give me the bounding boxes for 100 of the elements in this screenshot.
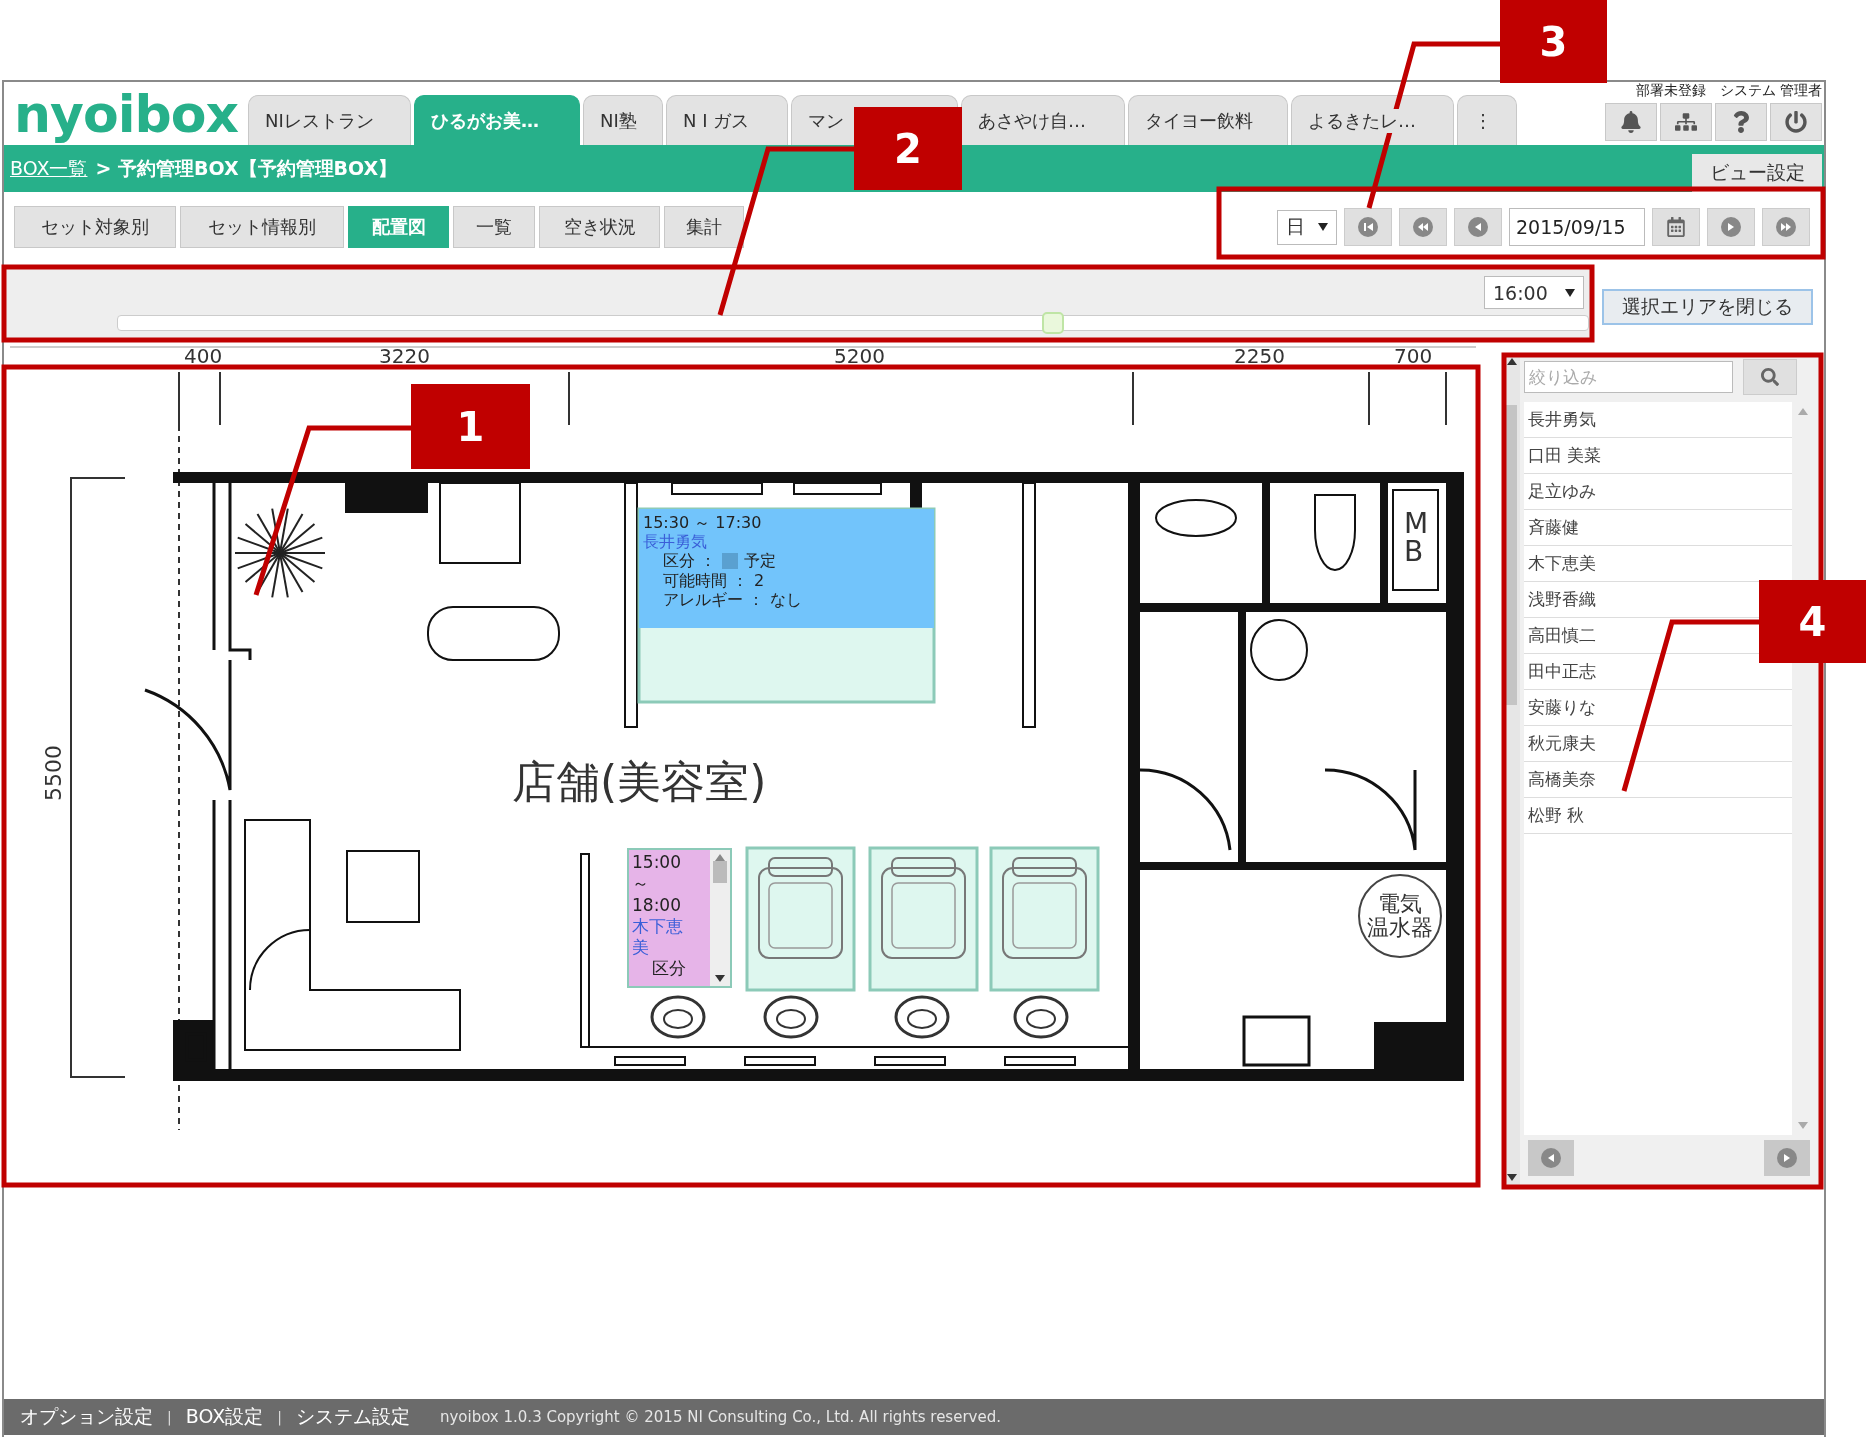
detail-value: なし [770,589,803,609]
search-button[interactable] [1743,359,1797,395]
scrollbar-thumb[interactable] [713,861,727,883]
callout-number: 4 [1759,580,1866,663]
callout-number: 1 [411,384,530,469]
previous-icon [1541,1148,1561,1168]
previous-page-button[interactable] [1528,1140,1574,1176]
org-chart-icon [1675,111,1697,133]
caret-icon [1565,288,1575,297]
scroll-down-icon[interactable] [715,975,725,982]
plant-icon [234,507,326,599]
first-button[interactable] [1344,208,1392,246]
date-field[interactable]: 2015/09/15 [1509,208,1645,246]
box-tab[interactable]: よるきたレ… [1308,108,1416,133]
copyright-text: nyoibox 1.0.3 Copyright © 2015 NI Consulting Co., Ltd. All rights reserved. [439,1408,1001,1426]
customer-item[interactable]: 秋元康夫 [1528,732,1596,755]
next-icon [1777,1148,1797,1168]
unit-select[interactable]: 日 [1277,209,1337,245]
scroll-down-icon[interactable] [1506,1174,1517,1181]
reservation-time: 15:00 [632,852,682,874]
footer-link[interactable]: システム設定 [295,1404,410,1430]
detail-value: 2 [754,570,765,590]
reservation-card[interactable]: 15:30 ～ 17:30 長井勇気 区分 ： 予定 可能時間 ： 2 アレルギー ： なし [639,509,934,628]
slider-handle[interactable] [1041,312,1064,334]
reservation-time: ～ [632,873,650,895]
close-area-button[interactable]: 選択エリアを閉じる [1602,289,1813,325]
calendar-button[interactable] [1652,208,1700,246]
footer-separator: | [167,1409,172,1425]
notification-button[interactable] [1605,103,1657,141]
salon-chair-icon [989,846,1100,992]
detail-label: アレルギー ： [663,589,765,609]
callout-number: 3 [1500,0,1607,83]
time-slider[interactable] [117,315,1589,331]
detail-label: 区分 [652,958,686,980]
view-tab[interactable]: セット対象別 [14,206,176,248]
sink-icon [650,995,706,1039]
dimension-label: 700 [1394,346,1433,366]
rewind-button[interactable] [1399,208,1447,246]
dimension-label: 5200 [834,346,885,366]
customer-item[interactable]: 木下恵美 [1528,552,1596,575]
reservation-card[interactable]: 15:00 ～ 18:00 木下恵 美 区分 [627,848,732,988]
sink-icon [1013,995,1069,1039]
room-name: 店舗(美容室) [512,760,767,804]
water-heater-label: 電気 [1378,891,1422,916]
callout-number: 2 [854,107,962,190]
customer-item[interactable]: 田中正志 [1528,660,1596,683]
scrollbar[interactable] [710,850,730,986]
salon-chair-icon [868,846,979,992]
time-select[interactable]: 16:00 [1484,276,1584,309]
room-label: MB [1404,510,1430,566]
view-tab[interactable]: 集計 [664,206,744,248]
next-button[interactable] [1707,208,1755,246]
reservation-time: 18:00 [632,894,682,916]
sink-icon [763,995,819,1039]
rewind-icon [1413,217,1433,237]
detail-label: 区分 ： [663,551,717,571]
customer-name: 木下恵 [632,915,684,937]
reservation-time: 15:30 ～ 17:30 [643,513,763,533]
dimension-label: 2250 [1234,346,1285,366]
footer-link[interactable]: BOX設定 [185,1404,264,1430]
salon-chair-icon [745,846,856,992]
customer-item[interactable]: 安藤りな [1528,696,1596,719]
customer-item[interactable]: 口田 美菜 [1528,444,1602,467]
next-icon [1721,217,1741,237]
view-tab[interactable]: 一覧 [453,206,535,248]
fast-forward-icon [1776,217,1796,237]
customer-item[interactable]: 足立ゆみ [1528,480,1596,503]
customer-item[interactable]: 松野 秋 [1528,804,1585,827]
customer-item[interactable]: 高橋美奈 [1528,768,1596,791]
dimension-label: 5500 [43,745,65,801]
view-tab[interactable]: 空き状況 [539,206,660,248]
filter-field[interactable]: 絞り込み [1524,361,1733,393]
calendar-icon [1666,217,1686,237]
scroll-up-icon[interactable] [1506,358,1517,365]
water-heater-label: 温水器 [1367,916,1433,941]
customer-item[interactable]: 斉藤健 [1528,516,1579,539]
sink-icon [894,995,950,1039]
department-label: 部署未登録 [1635,82,1706,100]
detail-label: 可能時間 ： [663,570,749,590]
help-button[interactable] [1715,103,1767,141]
logout-button[interactable] [1770,103,1822,141]
bell-icon [1620,111,1642,133]
customer-item[interactable]: 浅野香織 [1528,588,1596,611]
breadcrumb-title: > 予約管理BOX【予約管理BOX】 [95,155,398,181]
organization-button[interactable] [1660,103,1712,141]
search-icon [1761,368,1779,386]
dimension-label: 400 [184,346,223,366]
dimension-label: 3220 [379,346,430,366]
footer-link[interactable]: オプション設定 [20,1404,153,1430]
customer-item[interactable]: 長井勇気 [1528,408,1596,431]
skip-back-icon [1358,217,1378,237]
fast-forward-button[interactable] [1762,208,1810,246]
footer-separator: | [277,1409,282,1425]
power-icon [1785,111,1807,133]
next-page-button[interactable] [1764,1140,1810,1176]
user-name: システム 管理者 [1719,82,1822,100]
previous-button[interactable] [1454,208,1502,246]
view-tab[interactable]: セット情報別 [180,206,344,248]
customer-item[interactable]: 高田慎二 [1528,624,1596,647]
detail-value: 予定 [744,551,777,571]
